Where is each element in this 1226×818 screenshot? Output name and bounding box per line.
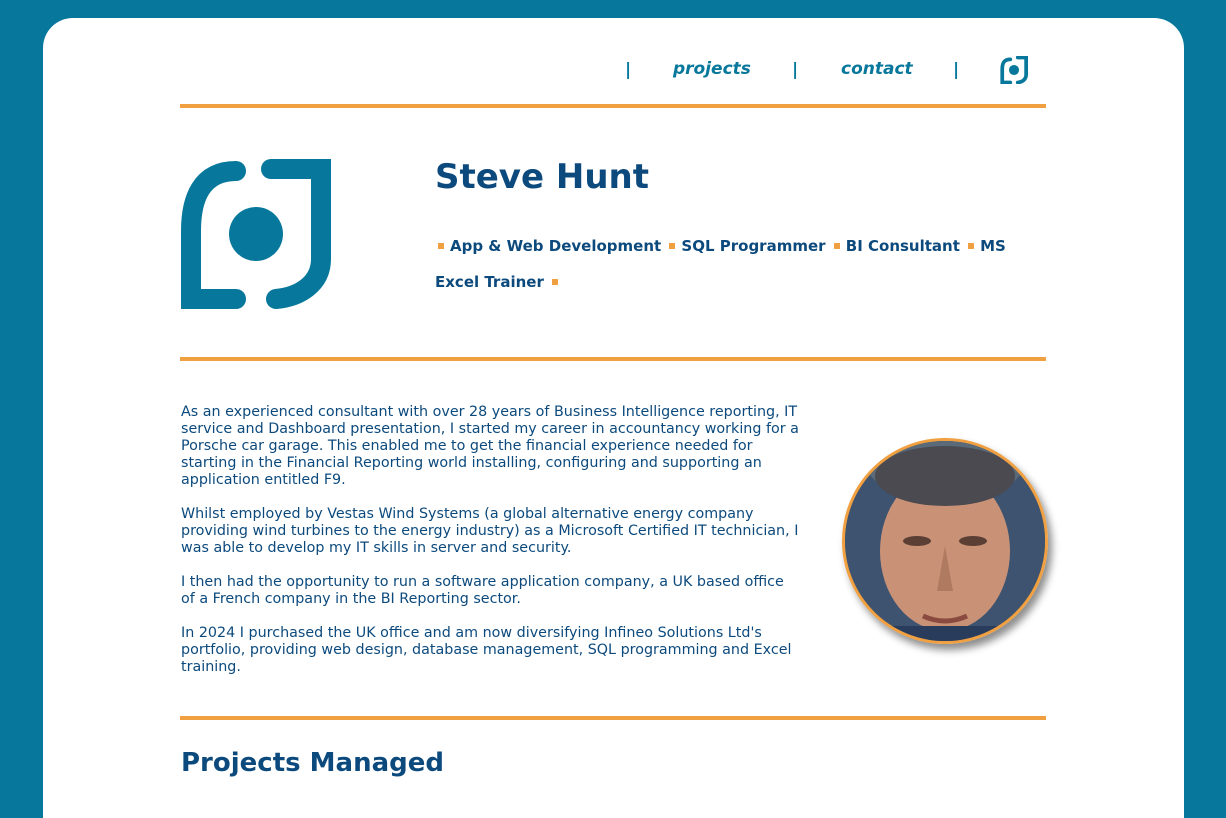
nav-separator: | bbox=[792, 60, 799, 80]
nav-link-contact[interactable]: contact bbox=[841, 59, 913, 79]
infineo-logo-icon[interactable] bbox=[1000, 56, 1028, 84]
projects-managed-heading: Projects Managed bbox=[181, 748, 444, 778]
bio-text: As an experienced consultant with over 2… bbox=[181, 404, 801, 693]
skills-list: App & Web Development SQL Programmer BI … bbox=[435, 228, 1047, 300]
divider bbox=[180, 716, 1046, 720]
portrait-image bbox=[845, 441, 1045, 641]
bio-paragraph: As an experienced consultant with over 2… bbox=[181, 404, 799, 488]
bio-paragraph: Whilst employed by Vestas Wind Systems (… bbox=[181, 506, 799, 556]
bullet-icon bbox=[552, 279, 559, 285]
nav-separator: | bbox=[625, 60, 632, 80]
nav-separator: | bbox=[953, 60, 960, 80]
profile-photo bbox=[842, 438, 1048, 644]
skill-item: SQL Programmer bbox=[681, 237, 826, 255]
bio-paragraph: In 2024 I purchased the UK office and am… bbox=[181, 625, 792, 675]
bio-paragraph: I then had the opportunity to run a soft… bbox=[181, 574, 784, 607]
profile-name: Steve Hunt bbox=[435, 157, 649, 197]
page-card: | projects | contact | Steve Hunt App & … bbox=[43, 18, 1184, 818]
skill-item: BI Consultant bbox=[845, 237, 960, 255]
divider bbox=[180, 357, 1046, 361]
skill-item: App & Web Development bbox=[450, 237, 662, 255]
bullet-icon bbox=[968, 243, 975, 249]
bullet-icon bbox=[438, 243, 444, 249]
divider bbox=[180, 104, 1046, 108]
bullet-icon bbox=[669, 243, 676, 249]
infineo-logo bbox=[181, 159, 331, 309]
bullet-icon bbox=[833, 243, 840, 249]
top-navigation: | projects | contact | bbox=[43, 18, 1184, 118]
nav-link-projects[interactable]: projects bbox=[673, 59, 751, 79]
